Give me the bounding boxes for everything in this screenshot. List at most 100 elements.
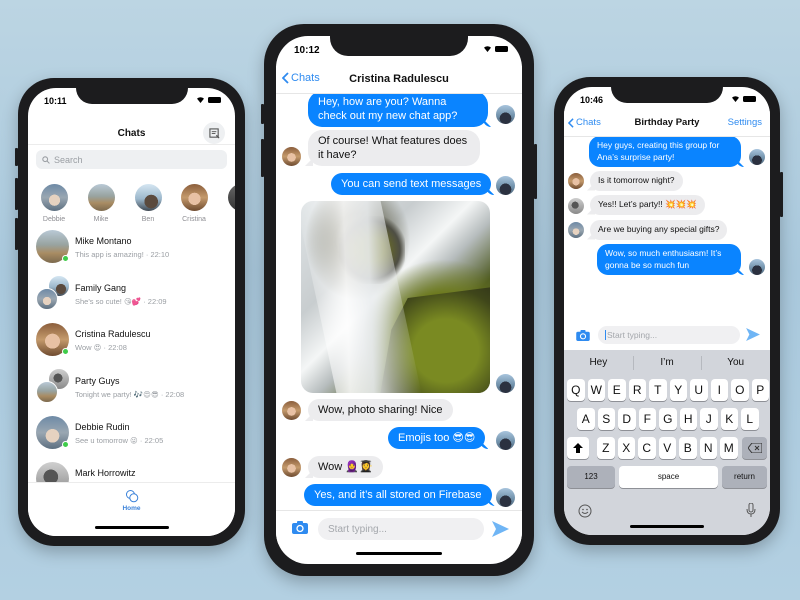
avatar xyxy=(180,184,208,211)
suggestion[interactable]: You xyxy=(701,350,770,376)
key-k[interactable]: K xyxy=(720,408,738,430)
story-more[interactable] xyxy=(221,184,235,211)
camera-button[interactable] xyxy=(576,330,590,341)
avatar xyxy=(134,184,162,211)
emoji-button[interactable] xyxy=(578,504,592,518)
photo-message[interactable] xyxy=(301,201,490,393)
key-h[interactable]: H xyxy=(679,408,697,430)
avatar-me xyxy=(496,176,515,195)
story-ben[interactable]: Ben xyxy=(128,184,168,223)
avatar-member xyxy=(568,222,584,238)
chat-item[interactable]: Party Guys Tonight we party! 🎶😍😎 · 22:08 xyxy=(36,368,235,416)
avatar-cristina xyxy=(282,458,301,477)
message-input[interactable]: Start typing... xyxy=(598,326,740,344)
key-j[interactable]: J xyxy=(700,408,718,430)
story-cristina[interactable]: Cristina xyxy=(174,184,214,223)
space-key[interactable]: space xyxy=(619,466,718,488)
story-debbie[interactable]: Debbie xyxy=(34,184,74,223)
text-cursor xyxy=(605,330,606,340)
tab-home-label: Home xyxy=(122,505,141,512)
suggestion[interactable]: Hey xyxy=(564,350,633,376)
key-i[interactable]: I xyxy=(710,379,728,401)
message-input-bar: Start typing... xyxy=(564,322,770,350)
numbers-key[interactable]: 123 xyxy=(567,466,615,488)
side-button xyxy=(261,139,264,177)
back-button[interactable]: Chats xyxy=(282,72,320,84)
key-d[interactable]: D xyxy=(618,408,636,430)
story-mike[interactable]: Mike xyxy=(81,184,121,223)
key-y[interactable]: Y xyxy=(669,379,687,401)
stories-row: Debbie Mike Ben Cristina xyxy=(28,184,235,234)
screen: 10:46 Chats Birthday Party Settings Hey … xyxy=(564,87,770,535)
avatar xyxy=(36,381,58,403)
backspace-key[interactable] xyxy=(742,437,767,459)
chat-preview: See u tomorrow 😜 · 22:05 xyxy=(75,436,164,445)
message-incoming: Is it tomorrow night? xyxy=(590,171,683,191)
key-v[interactable]: V xyxy=(658,437,676,459)
chat-item[interactable]: Debbie Rudin See u tomorrow 😜 · 22:05 xyxy=(36,416,235,462)
compose-button[interactable] xyxy=(203,122,225,144)
send-button[interactable] xyxy=(492,521,509,537)
avatar xyxy=(227,184,235,211)
online-indicator xyxy=(62,441,69,448)
chat-name: Party Guys xyxy=(75,376,120,386)
key-b[interactable]: B xyxy=(679,437,697,459)
key-c[interactable]: C xyxy=(638,437,656,459)
chat-preview: She's so cute! 😘💕 · 22:09 xyxy=(75,297,167,306)
wifi-icon xyxy=(484,46,491,52)
chat-item[interactable]: Cristina Radulescu Wow 😍 · 22:08 xyxy=(36,323,235,369)
avatar xyxy=(87,184,115,211)
key-a[interactable]: A xyxy=(577,408,595,430)
story-name: Ben xyxy=(141,216,155,223)
back-button[interactable]: Chats xyxy=(568,117,601,128)
screen: 10:12 Chats Cristina Radulescu Hey, how … xyxy=(276,36,522,564)
return-key[interactable]: return xyxy=(722,466,767,488)
side-button xyxy=(15,148,18,166)
send-button[interactable] xyxy=(746,328,760,341)
key-f[interactable]: F xyxy=(638,408,656,430)
message-incoming: Are we buying any special gifts? xyxy=(590,220,728,240)
key-w[interactable]: W xyxy=(587,379,605,401)
microphone-button[interactable] xyxy=(746,503,756,518)
key-s[interactable]: S xyxy=(597,408,615,430)
phone-group-chat: 10:46 Chats Birthday Party Settings Hey … xyxy=(554,77,783,545)
key-e[interactable]: E xyxy=(608,379,626,401)
shift-key[interactable] xyxy=(567,437,589,459)
side-button xyxy=(15,218,18,250)
settings-button[interactable]: Settings xyxy=(728,117,762,128)
key-o[interactable]: O xyxy=(731,379,749,401)
chat-name: Mark Horrowitz xyxy=(75,468,136,478)
status-time: 10:46 xyxy=(580,95,604,105)
suggestion[interactable]: I’m xyxy=(632,350,702,376)
side-button xyxy=(261,104,264,124)
tab-home[interactable]: Home xyxy=(122,489,141,512)
key-z[interactable]: Z xyxy=(597,437,615,459)
nav-bar: Chats Birthday Party Settings xyxy=(564,111,770,137)
home-indicator xyxy=(630,525,704,528)
status-time: 10:12 xyxy=(294,45,320,56)
chat-item[interactable]: Mike Montano This app is amazing! · 22:1… xyxy=(36,230,235,276)
key-u[interactable]: U xyxy=(690,379,708,401)
message-input[interactable]: Start typing... xyxy=(318,518,484,540)
status-bar: 10:12 xyxy=(276,36,522,60)
message-incoming: Of course! What features does it have? xyxy=(308,130,480,166)
avatar xyxy=(40,184,68,211)
camera-button[interactable] xyxy=(292,521,308,534)
chat-preview: Wow 😍 · 22:08 xyxy=(75,343,127,352)
key-m[interactable]: M xyxy=(720,437,738,459)
message-input-bar: Start typing... xyxy=(276,510,522,544)
message-incoming: Wow 🧕👩‍🎓 xyxy=(308,456,383,478)
key-g[interactable]: G xyxy=(659,408,677,430)
key-t[interactable]: T xyxy=(649,379,667,401)
key-r[interactable]: R xyxy=(628,379,646,401)
key-q[interactable]: Q xyxy=(567,379,585,401)
side-button xyxy=(534,144,537,199)
key-l[interactable]: L xyxy=(741,408,759,430)
key-p[interactable]: P xyxy=(751,379,769,401)
key-x[interactable]: X xyxy=(617,437,635,459)
search-input[interactable]: Search xyxy=(36,150,227,169)
chat-item[interactable]: Family Gang She's so cute! 😘💕 · 22:09 xyxy=(36,275,235,323)
battery-icon xyxy=(495,45,508,52)
key-n[interactable]: N xyxy=(699,437,717,459)
avatar-me xyxy=(749,149,765,165)
